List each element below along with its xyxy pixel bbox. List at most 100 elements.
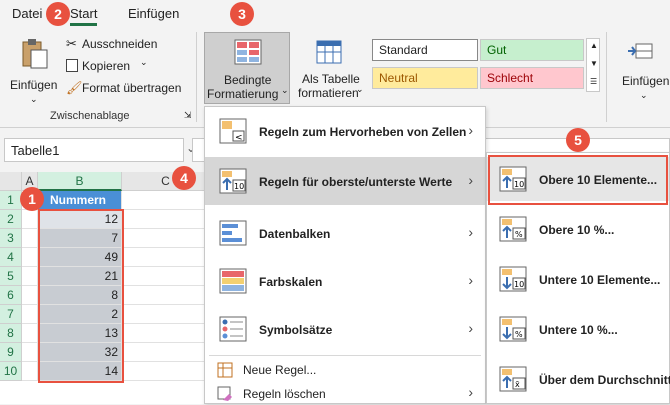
clear-rules-label: Regeln löschen — [243, 387, 326, 401]
row-header[interactable]: 3 — [0, 229, 22, 248]
conditional-formatting-button[interactable]: Bedingte Formatierung ⌄ — [204, 32, 290, 104]
chevron-down-icon: ⌄ — [281, 85, 289, 95]
column-header-c[interactable]: C — [122, 172, 210, 191]
copy-button[interactable]: Kopieren ⌄ — [64, 57, 174, 78]
new-rule-label: Neue Regel... — [243, 363, 317, 377]
insert-cells-label: Einfügen — [622, 74, 670, 88]
menu-item-data-bars[interactable]: Datenbalken › — [205, 209, 485, 257]
svg-text:%: % — [515, 330, 523, 339]
style-gut[interactable]: Gut — [480, 39, 584, 61]
bottom-10-icon: 10 — [499, 266, 527, 292]
row-header[interactable]: 1 — [0, 191, 22, 210]
dialog-launcher-icon[interactable]: ⇲ — [184, 110, 192, 121]
cut-button[interactable]: ✂ Ausschneiden — [64, 36, 190, 56]
above-average-icon: x̄ — [499, 366, 527, 392]
cell[interactable] — [122, 267, 210, 286]
submenu-item-above-average[interactable]: x̄ Über dem Durchschnitt — [487, 357, 670, 401]
submenu-item-label: Untere 10 Elemente... — [539, 273, 661, 287]
tab-einfuegen[interactable]: Einfügen — [128, 6, 179, 21]
cell[interactable] — [122, 343, 210, 362]
row-header[interactable]: 5 — [0, 267, 22, 286]
menu-item-icon-sets[interactable]: Symbolsätze › — [205, 305, 485, 353]
menu-item-highlight-rules[interactable]: < Regeln zum Hervorheben von Zellen › — [205, 107, 485, 155]
more-icon: ☰ — [590, 77, 598, 86]
cell[interactable] — [122, 229, 210, 248]
clipboard-group-label: Zwischenablage — [50, 110, 130, 122]
cell[interactable] — [22, 324, 38, 343]
header-cell[interactable]: Nummern — [38, 191, 122, 210]
cell[interactable] — [122, 286, 210, 305]
copy-icon — [66, 59, 78, 72]
row-header[interactable]: 2 — [0, 210, 22, 229]
step-badge-5: 5 — [566, 128, 590, 152]
style-schlecht[interactable]: Schlecht — [480, 67, 584, 89]
step-badge-1: 1 — [20, 187, 44, 211]
format-painter-button[interactable]: 🖌 Format übertragen — [64, 80, 190, 100]
highlight-box-range — [38, 209, 124, 383]
table-icon — [316, 40, 342, 64]
cell[interactable] — [22, 210, 38, 229]
menu-item-color-scales[interactable]: Farbskalen › — [205, 257, 485, 305]
gallery-scroll[interactable]: ▲ ▼ ☰ — [586, 38, 600, 92]
menu-item-new-rule[interactable]: Neue Regel... — [205, 359, 485, 381]
menu-item-clear-rules[interactable]: Regeln löschen › — [205, 383, 485, 405]
tab-start[interactable]: Start — [70, 6, 98, 26]
tab-datei[interactable]: Datei — [12, 6, 42, 21]
chevron-down-icon: ⌄ — [640, 90, 648, 100]
bottom-10-percent-icon: % — [499, 316, 527, 342]
top-bottom-rules-icon: 10 — [219, 168, 247, 194]
chevron-right-icon: › — [468, 272, 473, 288]
conditional-label-2: Formatierung — [207, 87, 279, 101]
paste-button[interactable]: Einfügen ⌄ — [10, 36, 60, 112]
row-header[interactable]: 8 — [0, 324, 22, 343]
submenu-item-label: Über dem Durchschnitt — [539, 373, 670, 387]
format-as-table-button[interactable]: Als Tabelle formatieren ⌄ — [296, 32, 366, 104]
chevron-down-icon: ⌄ — [140, 57, 148, 67]
conditional-formatting-menu: < Regeln zum Hervorheben von Zellen › 10… — [204, 106, 486, 404]
cell[interactable] — [122, 210, 210, 229]
step-badge-2: 2 — [46, 2, 70, 26]
cell[interactable] — [122, 324, 210, 343]
cell[interactable] — [22, 229, 38, 248]
cell[interactable] — [122, 191, 210, 210]
svg-text:10: 10 — [234, 182, 244, 191]
paste-label: Einfügen — [10, 78, 58, 92]
style-standard[interactable]: Standard — [372, 39, 478, 61]
scissors-icon: ✂ — [66, 36, 77, 51]
as-table-label-2: formatieren — [298, 86, 359, 100]
conditional-label-1: Bedingte — [224, 73, 272, 87]
submenu-item-bottom-10-items[interactable]: 10 Untere 10 Elemente... — [487, 257, 669, 301]
insert-cells-button[interactable]: Einfügen ⌄ — [614, 36, 670, 106]
submenu-item-bottom-10-percent[interactable]: % Untere 10 %... — [487, 307, 669, 351]
row-header[interactable]: 10 — [0, 362, 22, 381]
column-header-b[interactable]: B — [38, 172, 122, 191]
cell[interactable] — [22, 362, 38, 381]
format-painter-label: Format übertragen — [82, 81, 182, 95]
menu-item-label: Symbolsätze — [259, 323, 333, 337]
cell[interactable] — [22, 343, 38, 362]
select-all-corner[interactable] — [0, 172, 22, 191]
cell[interactable] — [22, 267, 38, 286]
submenu-item-top-10-percent[interactable]: % Obere 10 %... — [487, 207, 669, 251]
copy-label: Kopieren — [82, 59, 131, 73]
menu-item-top-bottom-rules[interactable]: 10 Regeln für oberste/unterste Werte › — [205, 157, 485, 205]
style-neutral[interactable]: Neutral — [372, 67, 478, 89]
name-box[interactable]: Tabelle1 — [4, 138, 184, 162]
cell[interactable] — [122, 362, 210, 381]
cell[interactable] — [22, 248, 38, 267]
divider — [606, 32, 607, 122]
row-header[interactable]: 7 — [0, 305, 22, 324]
cell[interactable] — [22, 305, 38, 324]
cell[interactable] — [22, 286, 38, 305]
highlight-box-top-10 — [488, 155, 668, 205]
row-header[interactable]: 4 — [0, 248, 22, 267]
cell[interactable] — [122, 305, 210, 324]
cell[interactable] — [122, 248, 210, 267]
row-header[interactable]: 6 — [0, 286, 22, 305]
as-table-label-1: Als Tabelle — [302, 72, 360, 86]
data-bars-icon — [219, 220, 247, 246]
chevron-right-icon: › — [468, 384, 473, 400]
step-badge-4: 4 — [172, 166, 196, 190]
svg-text:x̄: x̄ — [515, 380, 520, 389]
row-header[interactable]: 9 — [0, 343, 22, 362]
